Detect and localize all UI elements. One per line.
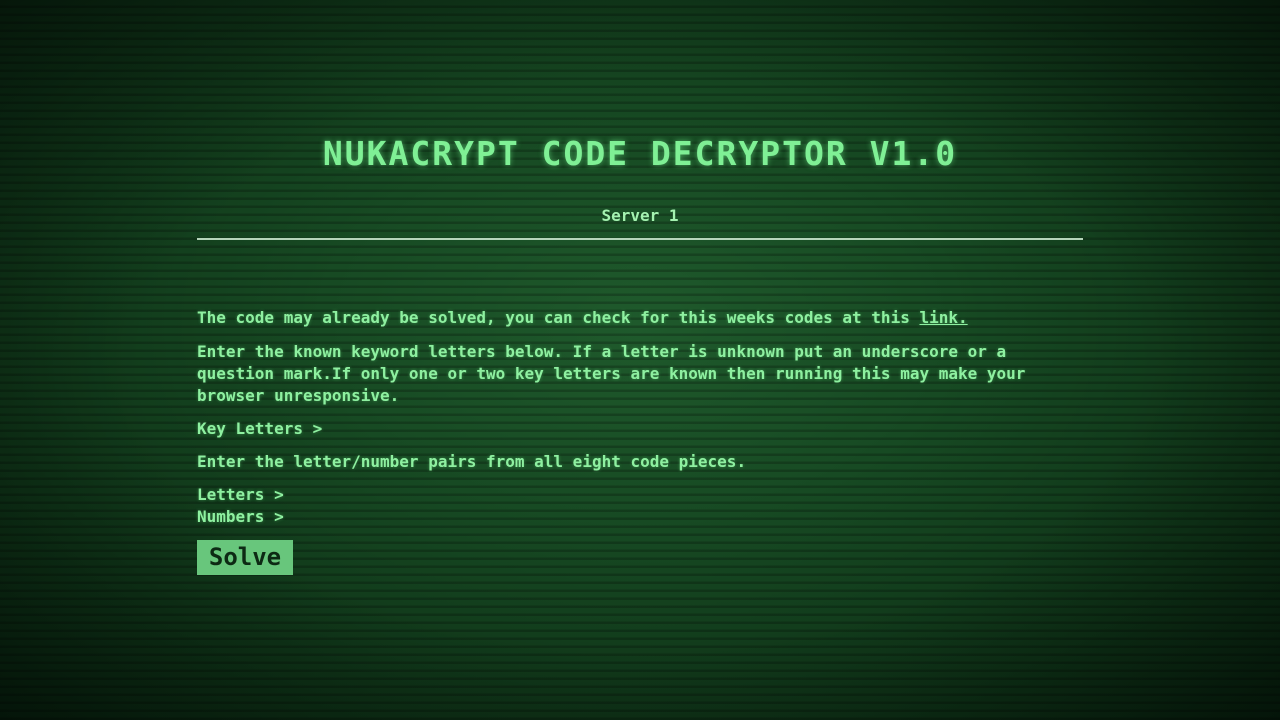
- intro-text: The code may already be solved, you can …: [197, 308, 910, 327]
- codes-link[interactable]: link.: [919, 308, 967, 327]
- intro-line: The code may already be solved, you can …: [197, 307, 968, 329]
- divider: [197, 238, 1083, 240]
- letters-prompt[interactable]: Letters >: [197, 484, 284, 506]
- pairs-instruction: Enter the letter/number pairs from all e…: [197, 452, 747, 471]
- server-label: Server 1: [601, 206, 679, 225]
- instructions-text: Enter the known keyword letters below. I…: [197, 342, 1026, 405]
- key-letters-prompt[interactable]: Key Letters >: [197, 418, 322, 440]
- numbers-prompt[interactable]: Numbers >: [197, 506, 284, 528]
- page-title: NUKACRYPT CODE DECRYPTOR V1.0: [322, 134, 958, 173]
- solve-button[interactable]: Solve: [197, 540, 293, 575]
